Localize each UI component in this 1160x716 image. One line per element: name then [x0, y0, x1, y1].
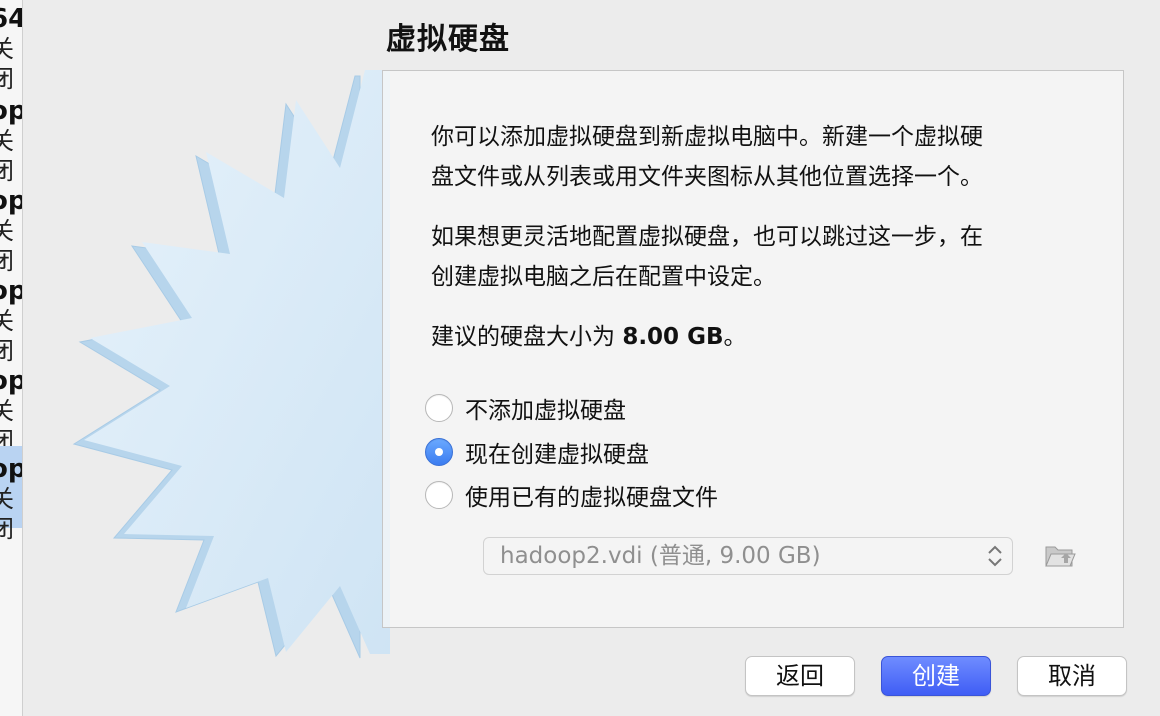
vm-list-item-selected[interactable]: op 关闭 — [0, 446, 22, 543]
intro-line-2: 盘文件或从列表或用文件夹图标从其他位置选择一个。 — [431, 164, 983, 190]
recommended-size-text: 建议的硬盘大小为 8.00 GB。 — [431, 317, 1081, 357]
vm-list: 64 关闭 op 关闭 op 关闭 op 关闭 op 关闭 op 关闭 — [0, 0, 23, 716]
cancel-button[interactable]: 取消 — [1017, 656, 1127, 696]
vm-name: 64 — [0, 4, 22, 34]
vm-name: op — [0, 366, 22, 396]
skip-text: 如果想更灵活地配置虚拟硬盘，也可以跳过这一步，在 创建虚拟电脑之后在配置中设定。 — [431, 217, 1081, 297]
vm-state: 关闭 — [0, 216, 22, 276]
option-existing-disk-label: 使用已有的虚拟硬盘文件 — [465, 485, 718, 511]
radio-existing-disk[interactable] — [425, 481, 453, 509]
skip-line-2: 创建虚拟电脑之后在配置中设定。 — [431, 264, 776, 290]
option-no-disk-label: 不添加虚拟硬盘 — [465, 398, 626, 424]
recommend-prefix: 建议的硬盘大小为 — [431, 324, 615, 350]
vm-list-item[interactable]: op 关闭 — [0, 276, 22, 365]
virtual-disk-panel: 你可以添加虚拟硬盘到新虚拟电脑中。新建一个虚拟硬 盘文件或从列表或用文件夹图标从… — [382, 70, 1124, 628]
option-no-disk[interactable]: 不添加虚拟硬盘 — [425, 391, 626, 425]
option-create-disk-label: 现在创建虚拟硬盘 — [465, 442, 649, 468]
create-button[interactable]: 创建 — [881, 656, 991, 696]
page-title: 虚拟硬盘 — [386, 22, 510, 57]
intro-text: 你可以添加虚拟硬盘到新虚拟电脑中。新建一个虚拟硬 盘文件或从列表或用文件夹图标从… — [431, 117, 1081, 197]
vm-state: 关闭 — [0, 306, 22, 366]
radio-no-disk[interactable] — [425, 394, 453, 422]
back-button[interactable]: 返回 — [745, 656, 855, 696]
vm-list-item[interactable]: 64 关闭 — [0, 4, 22, 93]
option-existing-disk[interactable]: 使用已有的虚拟硬盘文件 — [425, 478, 718, 512]
vm-state: 关闭 — [0, 34, 22, 94]
vm-state: 关闭 — [0, 484, 22, 544]
create-vm-window: 64 关闭 op 关闭 op 关闭 op 关闭 op 关闭 op 关闭 — [0, 0, 1160, 716]
existing-disk-value: hadoop2.vdi (普通, 9.00 GB) — [500, 543, 821, 569]
radio-create-disk[interactable] — [425, 438, 453, 466]
vm-list-item[interactable]: op 关闭 — [0, 366, 22, 455]
wizard-star-illustration — [72, 70, 390, 659]
vm-name: op — [0, 454, 22, 484]
vm-name: op — [0, 186, 22, 216]
existing-disk-select[interactable]: hadoop2.vdi (普通, 9.00 GB) — [483, 537, 1013, 575]
folder-open-icon[interactable] — [1043, 539, 1077, 573]
skip-line-1: 如果想更灵活地配置虚拟硬盘，也可以跳过这一步，在 — [431, 224, 983, 250]
option-create-disk[interactable]: 现在创建虚拟硬盘 — [425, 435, 649, 469]
vm-list-item[interactable]: op 关闭 — [0, 186, 22, 275]
vm-name: op — [0, 276, 22, 306]
intro-line-1: 你可以添加虚拟硬盘到新虚拟电脑中。新建一个虚拟硬 — [431, 124, 983, 150]
vm-name: op — [0, 96, 22, 126]
vm-list-item[interactable]: op 关闭 — [0, 96, 22, 185]
recommend-suffix: 。 — [723, 324, 747, 350]
up-down-chevron-icon — [988, 545, 1002, 567]
recommended-size-value: 8.00 GB — [622, 324, 724, 350]
vm-state: 关闭 — [0, 126, 22, 186]
